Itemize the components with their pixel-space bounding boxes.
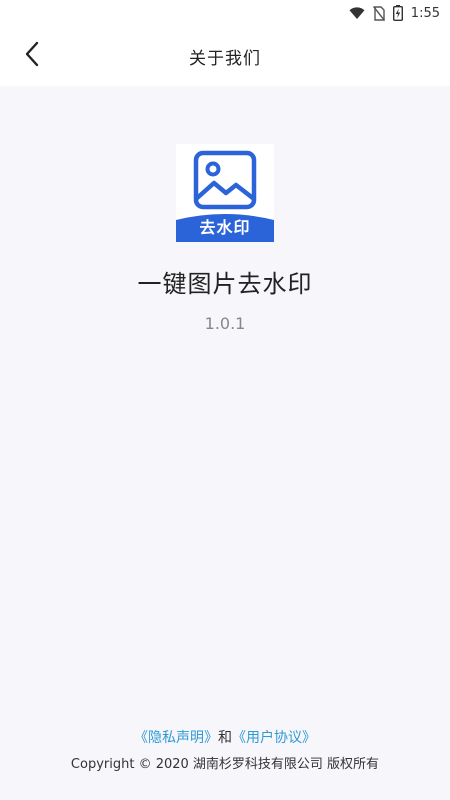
footer-links: 《隐私声明》和《用户协议》 (0, 727, 450, 747)
chevron-left-icon (24, 41, 40, 71)
app-icon: 去水印 (176, 144, 274, 242)
status-time: 1:55 (410, 5, 440, 21)
app-bar: 关于我们 (0, 26, 450, 86)
footer-conjunction: 和 (218, 730, 232, 746)
copyright-text: Copyright © 2020 湖南杉罗科技有限公司 版权所有 (70, 757, 380, 772)
no-sim-icon (372, 5, 385, 21)
back-button[interactable] (14, 38, 50, 74)
app-version: 1.0.1 (204, 314, 246, 333)
wifi-icon (349, 6, 365, 20)
app-icon-badge-text: 去水印 (199, 218, 251, 237)
battery-charging-icon (392, 5, 403, 21)
page-title: 关于我们 (189, 48, 261, 69)
user-agreement-link[interactable]: 《用户协议》 (232, 730, 316, 746)
about-content: 去水印 一键图片去水印 1.0.1 《隐私声明》和《用户协议》 Copyrigh… (0, 86, 450, 800)
status-bar: 1:55 (0, 0, 450, 26)
privacy-policy-link[interactable]: 《隐私声明》 (134, 730, 218, 746)
app-name: 一键图片去水印 (137, 270, 313, 298)
